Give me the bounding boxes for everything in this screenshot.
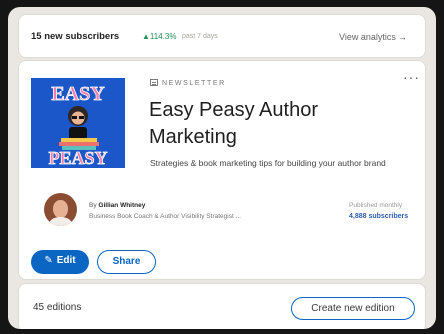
cover-text-peasy: PEASY (48, 148, 107, 168)
subscriber-count-link[interactable]: 4,888 subscribers (349, 213, 408, 220)
edit-button[interactable]: ✎ Edit (31, 250, 89, 274)
author-role: Business Book Coach & Author Visibility … (89, 213, 241, 220)
create-new-edition-button[interactable]: Create new edition (291, 297, 415, 320)
edit-label: Edit (56, 255, 76, 266)
author-byline: By Gillian Whitney (89, 202, 145, 209)
pencil-icon: ✎ (44, 255, 53, 266)
newsletter-panel: 15 new subscribers ▲114.3% past 7 days V… (8, 7, 436, 329)
newsletter-cover-image[interactable]: EASY PEASY (31, 78, 125, 168)
new-subscribers-count: 15 new subscribers (31, 31, 120, 42)
editions-card: 45 editions Create new edition (18, 283, 426, 329)
cover-illustration: EASY PEASY (31, 78, 125, 168)
newsletter-icon (150, 79, 158, 86)
view-analytics-link[interactable]: View analytics → (339, 32, 407, 42)
newsletter-title[interactable]: Easy Peasy Author Marketing (149, 97, 379, 151)
avatar-face (53, 200, 68, 218)
author-avatar[interactable] (44, 193, 77, 226)
newsletter-kicker: NEWSLETTER (150, 79, 226, 87)
more-options-icon[interactable]: ··· (403, 69, 420, 85)
author-by-label: By (89, 202, 97, 209)
newsletter-description: Strategies & book marketing tips for bui… (150, 158, 386, 168)
publish-frequency: Published monthly (349, 202, 403, 209)
editions-count: 45 editions (33, 302, 82, 313)
avatar-shirt (49, 217, 72, 226)
view-analytics-label: View analytics (339, 32, 396, 42)
growth-period: past 7 days (182, 33, 218, 40)
author-name[interactable]: Gillian Whitney (98, 202, 145, 209)
cover-text-easy: EASY (51, 83, 105, 105)
share-button[interactable]: Share (97, 250, 156, 274)
arrow-right-icon: → (397, 32, 407, 42)
newsletter-kicker-label: NEWSLETTER (162, 80, 226, 87)
stats-card: 15 new subscribers ▲114.3% past 7 days V… (18, 14, 426, 58)
growth-percentage: ▲114.3% (142, 32, 177, 41)
newsletter-card: EASY PEASY NEWSLETTER ··· Easy Peasy Aut… (18, 60, 426, 280)
